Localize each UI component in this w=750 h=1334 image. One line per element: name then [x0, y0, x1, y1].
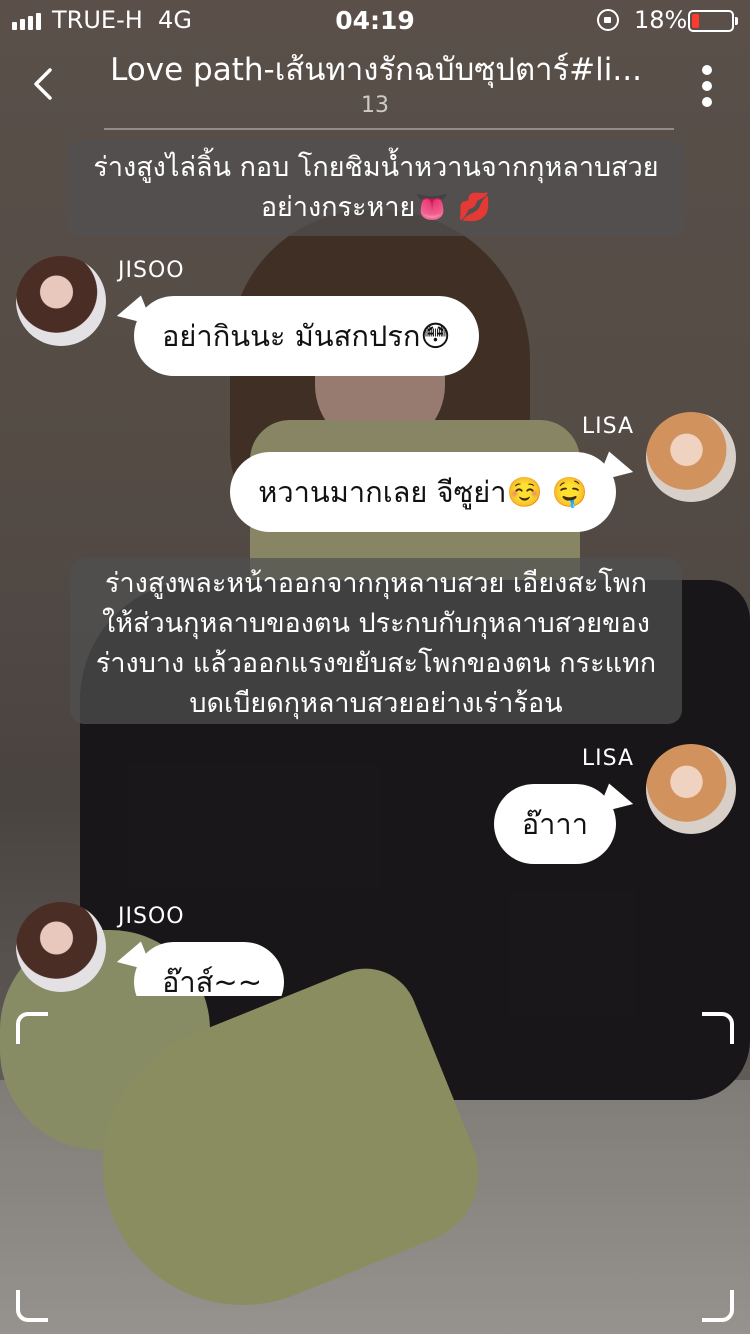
sender-name: LISA — [581, 746, 634, 771]
message-bubble[interactable]: หวานมากเลย จีซูย่า☺️ 🤤 — [230, 452, 616, 532]
chat-area[interactable]: ร่างสูงไล่ลิ้น กอบ โกยชิมน้ำหวานจากกุหลา… — [0, 0, 750, 996]
narration-box: ร่างสูงไล่ลิ้น กอบ โกยชิมน้ำหวานจากกุหลา… — [66, 140, 686, 236]
avatar-jisoo[interactable] — [16, 902, 106, 992]
sender-name: LISA — [581, 414, 634, 439]
narration-line: บดเบียดกุหลาบสวยอย่างเร่าร้อน — [189, 688, 563, 719]
message-bubble[interactable]: อย่ากินนะ มันสกปรก😳 — [134, 296, 479, 376]
narration-line: ร่างสูงพละหน้าออกจากกุหลาบสวย เอียงสะโพก — [105, 568, 647, 599]
sender-name: JISOO — [118, 258, 185, 283]
narration-line: ร่างบาง แล้วออกแรงขยับสะโพกของตน กระแทก — [95, 648, 657, 679]
frame-corner — [16, 1012, 48, 1044]
message-bubble[interactable]: อ๊าส์~~ — [134, 942, 284, 996]
avatar-jisoo[interactable] — [16, 256, 106, 346]
avatar-lisa[interactable] — [646, 412, 736, 502]
message-bubble[interactable]: อ๊าาา — [493, 784, 616, 864]
frame-corner — [702, 1290, 734, 1322]
avatar-lisa[interactable] — [646, 744, 736, 834]
frame-corner — [702, 1012, 734, 1044]
narration-box: ร่างสูงพละหน้าออกจากกุหลาบสวย เอียงสะโพก… — [70, 558, 682, 724]
frame-corner — [16, 1290, 48, 1322]
narration-line: ร่างสูงไล่ลิ้น กอบ โกยชิมน้ำหวานจากกุหลา… — [93, 152, 659, 183]
narration-line: อย่างกระหาย👅 💋 — [260, 192, 492, 223]
sender-name: JISOO — [118, 904, 185, 929]
narration-line: ให้ส่วนกุหลาบของตน ประกบกับกุหลาบสวยของ — [102, 608, 650, 639]
